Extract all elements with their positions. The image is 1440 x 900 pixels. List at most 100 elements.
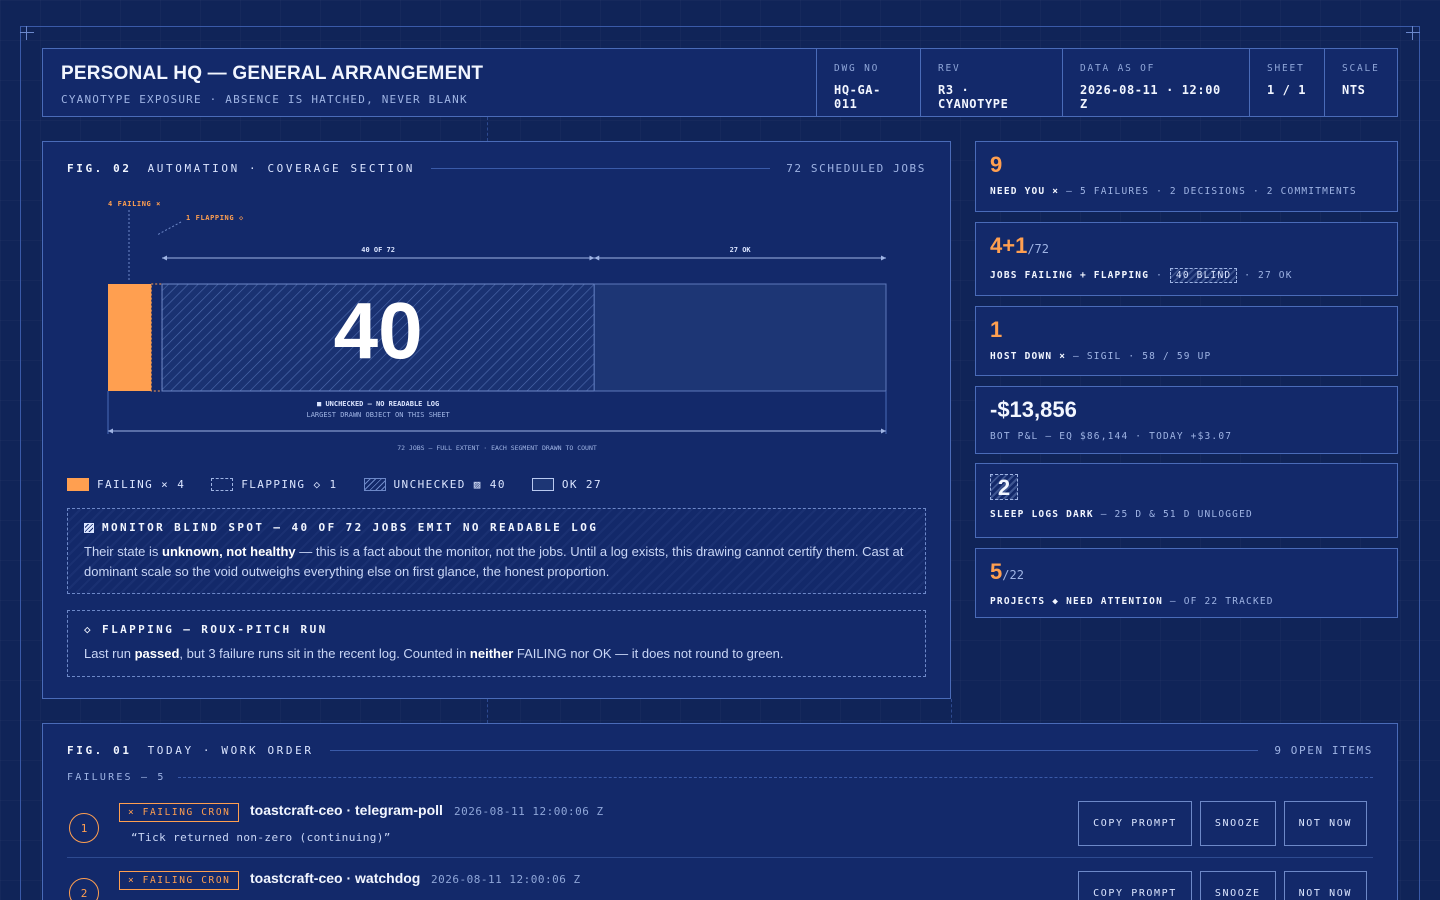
legend-swatch	[363, 478, 386, 491]
card-detail: · 27 OK	[1237, 270, 1293, 281]
card-sleep-logs[interactable]: 2 SLEEP LOGS DARK — 25 D & 51 D UNLOGGED	[975, 463, 1398, 538]
work-order-panel: FIG. 01 TODAY · WORK ORDER 9 OPEN ITEMS …	[42, 723, 1398, 900]
card-value: 4+1/72	[990, 233, 1383, 262]
legend-swatch	[211, 478, 234, 491]
card-label: PROJECTS ◆ NEED ATTENTION	[990, 596, 1163, 607]
legend-label: UNCHECKED ▨ 40	[393, 478, 506, 491]
card-value-number: 5	[990, 559, 1003, 584]
coverage-bar-diagram: 4 FAILING × 1 FLAPPING ◇ 40 OF 72 27 OK …	[107, 200, 887, 452]
card-value: 2	[990, 474, 1383, 501]
card-desc: BOT P&L — EQ $86,144 · TODAY +$3.07	[990, 431, 1233, 442]
card-jobs-failing[interactable]: 4+1/72 JOBS FAILING + FLAPPING · 40 BLIN…	[975, 222, 1398, 296]
card-value: 1	[990, 317, 1003, 342]
corner-crosshair-icon	[20, 26, 34, 40]
note-text: Last run	[84, 646, 135, 661]
guide-line	[487, 117, 488, 141]
card-desc: SLEEP LOGS DARK — 25 D & 51 D UNLOGGED	[990, 509, 1383, 520]
legend-label: FLAPPING ◇ 1	[241, 478, 338, 491]
item-number: 1	[69, 813, 99, 843]
extent-label: 72 JOBS — FULL EXTENT · EACH SEGMENT DRA…	[397, 444, 597, 452]
item-actions: COPY PROMPT SNOOZE NOT NOW	[1078, 801, 1367, 846]
section-rule	[177, 777, 1373, 778]
not-now-button[interactable]: NOT NOW	[1283, 871, 1367, 900]
card-need-you[interactable]: 9 NEED YOU × — 5 FAILURES · 2 DECISIONS …	[975, 141, 1398, 212]
blind-tag: 40 BLIND	[1169, 268, 1238, 283]
card-bot-pnl[interactable]: -$13,856 BOT P&L — EQ $86,144 · TODAY +$…	[975, 386, 1398, 454]
corner-crosshair-icon	[1406, 26, 1420, 40]
snooze-button[interactable]: SNOOZE	[1199, 871, 1276, 900]
segment-flapping	[150, 283, 163, 392]
legend-unchecked: UNCHECKED ▨ 40	[363, 478, 506, 491]
card-detail: — SIGIL · 58 / 59 UP	[1066, 351, 1212, 362]
failures-section-label: FAILURES — 5	[67, 772, 1373, 783]
dimension-label-ok: 27 OK	[730, 246, 752, 254]
card-value-denominator: /22	[1002, 568, 1024, 582]
note-text: Their state is	[84, 544, 163, 559]
copy-prompt-button[interactable]: COPY PROMPT	[1078, 801, 1192, 846]
title-cell-value: HQ-GA-011	[834, 83, 881, 111]
card-label: JOBS FAILING + FLAPPING	[990, 270, 1150, 281]
unchecked-count-big: 40	[334, 286, 423, 375]
legend-ok: OK 27	[531, 478, 602, 491]
hatched-number: 2	[990, 474, 1018, 500]
annotation-flapping: 1 FLAPPING ◇	[186, 214, 244, 222]
note-text: , but 3 failure runs sit in the recent l…	[179, 646, 470, 661]
figure-number: FIG. 01	[67, 744, 132, 757]
card-projects[interactable]: 5/22 PROJECTS ◆ NEED ATTENTION — OF 22 T…	[975, 548, 1398, 618]
item-timestamp: 2026-08-11 12:00:06 Z	[431, 873, 581, 886]
work-item-row: 2 × FAILING CRON toastcraft-ceo · watchd…	[67, 857, 1373, 900]
guide-line	[487, 699, 488, 723]
card-label: NEED YOU ×	[990, 186, 1060, 197]
unchecked-caption: ■ UNCHECKED — NO READABLE LOG	[317, 400, 439, 408]
card-detail: ·	[1149, 270, 1170, 281]
not-now-button[interactable]: NOT NOW	[1283, 801, 1367, 846]
coverage-panel: FIG. 02 AUTOMATION · COVERAGE SECTION 72…	[42, 141, 951, 699]
title-cell-dwg: DWG NO HQ-GA-011	[816, 49, 920, 116]
title-cell-value: 1 / 1	[1267, 83, 1307, 97]
title-cell-value: 2026-08-11 · 12:00 Z	[1080, 83, 1221, 111]
item-title[interactable]: toastcraft-ceo · telegram-poll	[250, 802, 443, 818]
annotation-failing: 4 FAILING ×	[108, 200, 161, 208]
title-cell-key: SCALE	[1342, 63, 1380, 74]
open-items-count: 9 OPEN ITEMS	[1274, 744, 1373, 757]
failing-cron-badge: × FAILING CRON	[119, 871, 240, 890]
figure-title: TODAY · WORK ORDER	[147, 744, 314, 757]
title-block: PERSONAL HQ — GENERAL ARRANGEMENT CYANOT…	[42, 48, 1398, 117]
title-cell-value: R3 · CYANOTYPE	[938, 83, 1009, 111]
note-body: Last run passed, but 3 failure runs sit …	[84, 644, 909, 664]
note-text-bold: neither	[469, 646, 514, 661]
note-flapping: ◇ FLAPPING — ROUX-PITCH RUN Last run pas…	[67, 610, 926, 677]
card-detail: — 25 D & 51 D UNLOGGED	[1093, 509, 1253, 520]
hatched-square-icon	[84, 522, 94, 533]
page-title: PERSONAL HQ — GENERAL ARRANGEMENT	[61, 63, 484, 84]
card-desc: JOBS FAILING + FLAPPING · 40 BLIND · 27 …	[990, 268, 1383, 283]
title-cell-key: SHEET	[1267, 63, 1305, 74]
note-monitor-blind-spot: MONITOR BLIND SPOT — 40 OF 72 JOBS EMIT …	[67, 508, 926, 594]
note-title-text: MONITOR BLIND SPOT — 40 OF 72 JOBS EMIT …	[102, 521, 599, 534]
note-body: Their state is unknown, not healthy — th…	[84, 542, 909, 582]
segment-failing	[108, 284, 152, 391]
item-number: 2	[69, 878, 99, 900]
item-quote: “Tick returned non-zero (continuing)”	[131, 831, 391, 844]
note-text-bold: passed	[134, 646, 180, 661]
legend-failing: FAILING × 4	[67, 478, 185, 491]
title-cell-value: NTS	[1342, 83, 1366, 97]
header-rule	[329, 750, 1259, 751]
title-cell-key: DWG NO	[834, 63, 880, 74]
card-value-denominator: /72	[1027, 242, 1050, 256]
item-title[interactable]: toastcraft-ceo · watchdog	[250, 870, 420, 886]
card-label: SLEEP LOGS DARK	[990, 509, 1094, 520]
copy-prompt-button[interactable]: COPY PROMPT	[1078, 871, 1192, 900]
title-block-main: PERSONAL HQ — GENERAL ARRANGEMENT CYANOT…	[43, 49, 816, 116]
leader-line	[156, 221, 182, 236]
page-subtitle: CYANOTYPE EXPOSURE · ABSENCE IS HATCHED,…	[61, 93, 468, 106]
card-value: 9	[990, 152, 1003, 177]
dimension-label-unchecked: 40 OF 72	[361, 246, 395, 254]
snooze-button[interactable]: SNOOZE	[1199, 801, 1276, 846]
note-title: ◇ FLAPPING — ROUX-PITCH RUN	[84, 623, 328, 636]
card-host-down[interactable]: 1 HOST DOWN × — SIGIL · 58 / 59 UP	[975, 306, 1398, 376]
coverage-legend: FAILING × 4 FLAPPING ◇ 1 UNCHECKED ▨ 40 …	[67, 478, 602, 491]
title-cell-scale: SCALE NTS	[1324, 49, 1397, 116]
legend-label: FAILING × 4	[97, 478, 186, 491]
card-detail: — OF 22 TRACKED	[1163, 596, 1274, 607]
